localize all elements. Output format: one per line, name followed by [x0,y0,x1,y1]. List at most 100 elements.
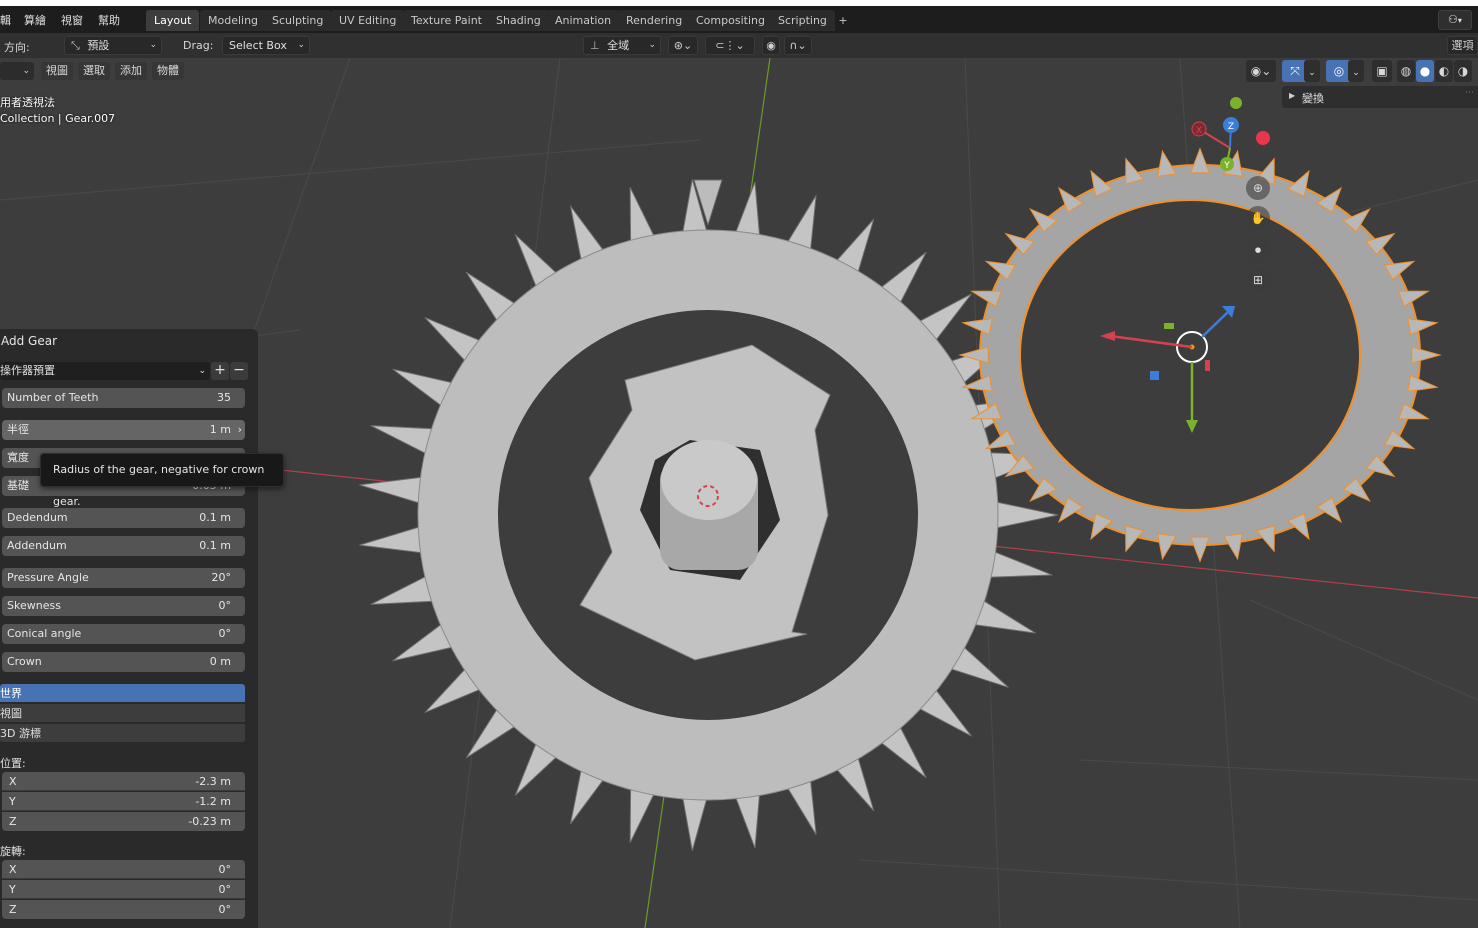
large-gear-tooth [992,500,1059,530]
orientation-label: 方向: [4,41,30,54]
menu-edit[interactable]: 輯 [0,12,11,28]
rotation-z-field[interactable]: Z 0° [2,900,245,919]
plane-handle-yz [1205,360,1210,371]
menu-object[interactable]: 物體 [152,62,184,80]
menu-window[interactable]: 視窗 [61,12,83,28]
skewness-field[interactable]: Skewness 0° [2,596,245,616]
shading-rendered-button[interactable]: ◑ [1454,60,1472,82]
addendum-field[interactable]: Addendum 0.1 m [2,536,245,556]
menu-select[interactable]: 選取 [78,62,110,80]
radius-field[interactable]: 半徑 1 m › [2,420,245,440]
rotation-x-field[interactable]: X 0° [2,860,245,879]
nav-gizmo-z-label: Z [1228,122,1234,132]
falloff-button[interactable]: ∩⌄ [784,36,812,55]
collection-info-label: Collection | Gear.007 [0,112,116,125]
small-gear-tooth [1189,147,1211,174]
options-button[interactable]: 選項 [1447,36,1478,55]
tab-texture-paint[interactable]: Texture Paint [403,10,490,31]
align-3d-cursor-option[interactable]: 3D 游標 [0,724,245,743]
rotation-y-field[interactable]: Y 0° [2,880,245,899]
chevron-down-icon: ⌄ [198,366,206,376]
plane-handle-xy [1150,371,1159,380]
dedendum-field[interactable]: Dedendum 0.1 m [2,508,245,528]
field-value: 35 [217,391,231,404]
orientation-dropdown[interactable]: ⤡ 預設 ⌄ [64,36,162,55]
pan-button[interactable]: ✋ [1246,206,1270,230]
tab-modeling[interactable]: Modeling [200,10,267,31]
drag-handle-icon[interactable]: ⋯ [1465,88,1474,98]
menu-add[interactable]: 添加 [115,62,147,80]
field-label: Crown [7,655,42,668]
shading-wireframe-button[interactable]: ◍ [1397,60,1415,82]
remove-preset-button[interactable]: − [230,362,248,380]
add-preset-button[interactable]: + [211,362,229,380]
proportional-icon: ◉ [766,39,776,52]
camera-view-button[interactable]: ⏺ [1246,238,1270,262]
axis-label: Z [9,815,17,828]
zoom-button[interactable]: ⊕ [1246,176,1270,200]
menu-render[interactable]: 算繪 [24,12,46,28]
small-gear-tooth [1411,346,1442,364]
axes-icon: ⊥ [590,39,600,52]
redo-panel-title[interactable]: Add Gear [1,334,57,348]
visibility-button[interactable]: ◉⌄ [1246,60,1276,82]
menu-help[interactable]: 幫助 [98,12,120,28]
pivot-value: 全域 [607,39,630,52]
field-label: 寬度 [7,451,29,464]
number-of-teeth-field[interactable]: Number of Teeth 35 [2,388,245,408]
small-gear-tooth [1407,317,1439,336]
align-world-option[interactable]: 世界 [0,684,245,703]
pressure-angle-field[interactable]: Pressure Angle 20° [2,568,245,588]
add-workspace-button[interactable]: + [834,10,852,31]
grid-icon: ⊞ [1252,273,1264,287]
align-view-option[interactable]: 視圖 [0,704,245,723]
shading-material-button[interactable]: ◐ [1435,60,1453,82]
chevron-down-icon: ▾ [1457,16,1462,25]
scene-selector-button[interactable]: ⚇▾ [1438,10,1472,30]
increment-arrow-icon[interactable]: › [238,420,242,440]
tab-rendering[interactable]: Rendering [618,10,691,31]
tab-layout[interactable]: Layout [146,10,200,31]
transform-panel-label: 變換 [1302,92,1324,105]
small-gear-tooth [1397,290,1430,308]
small-gear-inner [1019,199,1361,511]
tab-uv-editing[interactable]: UV Editing [331,10,405,31]
nav-gizmo-neg-x [1256,131,1270,145]
shading-solid-button[interactable]: ● [1416,60,1434,82]
ortho-toggle-button[interactable]: ⊞ [1246,268,1270,292]
tab-shading[interactable]: Shading [488,10,549,31]
sidebar-transform-panel[interactable]: ▶ 變換 ⋯ [1282,86,1478,108]
gizmo-options-button[interactable]: ⌄ [1304,60,1320,82]
field-label: Number of Teeth [7,391,99,404]
field-label: 基礎 [7,479,29,492]
overlays-icon: ◎ [1333,64,1345,78]
location-z-field[interactable]: Z -0.23 m [2,812,245,831]
xray-button[interactable]: ▣ [1372,60,1392,82]
operator-preset-dropdown[interactable]: 操作器預置 ⌄ [0,362,210,380]
transform-pivot-dropdown[interactable]: ⊥ 全域 ⌄ [583,36,661,55]
pivot-point-button[interactable]: ⊛⌄ [668,36,698,55]
tab-animation[interactable]: Animation [547,10,620,31]
field-value: 0.1 m [199,539,231,552]
rendered-sphere-icon: ◑ [1457,64,1469,78]
field-label: Addendum [7,539,67,552]
preset-label: 操作器預置 [0,364,55,377]
conical-angle-field[interactable]: Conical angle 0° [2,624,245,644]
location-x-field[interactable]: X -2.3 m [2,772,245,791]
tab-scripting[interactable]: Scripting [770,10,835,31]
rotation-label: 旋轉: [0,845,26,858]
tab-compositing[interactable]: Compositing [688,10,773,31]
mode-selector[interactable]: ⌄ [0,62,34,80]
hand-icon: ✋ [1250,211,1266,225]
menu-view[interactable]: 視圖 [41,62,73,80]
disclosure-triangle-icon: ▶ [1289,91,1296,100]
proportional-edit-button[interactable]: ◉ [762,36,780,55]
gizmo-icon: ⤧ [1290,64,1300,78]
crown-field[interactable]: Crown 0 m [2,652,245,672]
overlays-options-button[interactable]: ⌄ [1348,60,1364,82]
tab-sculpting[interactable]: Sculpting [264,10,332,31]
small-gear-tooth [1157,149,1177,177]
location-y-field[interactable]: Y -1.2 m [2,792,245,811]
snap-button[interactable]: ⊂⋮⌄ [705,36,755,55]
drag-dropdown[interactable]: Select Box ⌄ [222,36,310,55]
